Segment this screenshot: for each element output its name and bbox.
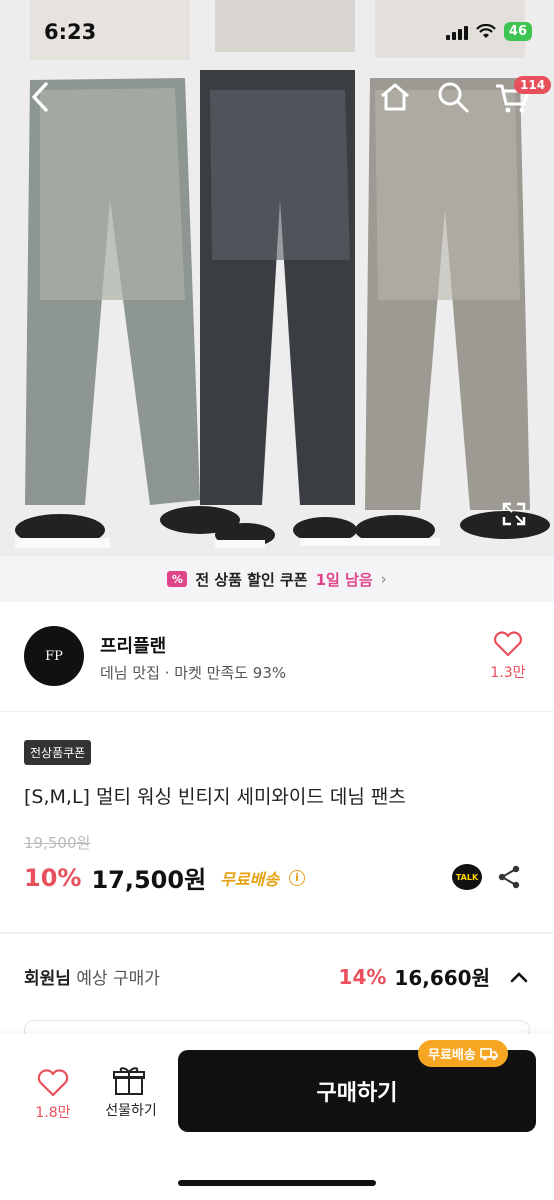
gift-icon[interactable] (104, 1066, 154, 1096)
coupon-badge: 전상품쿠폰 (24, 740, 92, 765)
free-shipping-label: 무료배송 (220, 869, 280, 889)
status-time: 6:23 (44, 20, 97, 44)
status-icons: 46 (445, 22, 532, 41)
share-icon[interactable] (496, 864, 522, 890)
signal-icon (445, 24, 468, 40)
member-label-sub: 예상 구매가 (76, 969, 160, 989)
kakaotalk-icon[interactable]: TALK (452, 864, 482, 890)
coupon-banner[interactable]: % 전 상품 할인 쿠폰 1일 남음 › (0, 556, 554, 602)
product-image-hero[interactable]: 6:23 46 114 (0, 0, 554, 556)
chevron-up-icon[interactable] (508, 966, 530, 988)
member-label-bold: 회원님 (24, 969, 71, 989)
member-price-label: 회원님 예상 구매가 (24, 964, 160, 989)
status-bar: 6:23 46 (0, 0, 554, 64)
home-indicator (178, 1180, 376, 1186)
coupon-days-left: 1일 남음 (315, 570, 373, 589)
info-icon[interactable]: i (289, 869, 306, 886)
store-meta: 데님 맛집 · 마켓 만족도 93% (100, 664, 287, 682)
original-price: 19,500원 (24, 834, 91, 852)
free-shipping-chip: 무료배송 (418, 1040, 508, 1067)
section-divider (0, 932, 554, 934)
wifi-icon (476, 23, 496, 38)
back-icon[interactable] (26, 80, 56, 114)
store-info[interactable]: FP 프리플랜 데님 맛집 · 마켓 만족도 93% 1.3만 (0, 602, 554, 712)
expand-icon[interactable] (500, 500, 528, 528)
coupon-icon: % (167, 571, 188, 587)
truck-icon (480, 1047, 498, 1060)
member-price-value: 16,660원 (394, 966, 490, 990)
heart-icon[interactable] (488, 630, 528, 658)
cart-count-badge: 114 (514, 76, 552, 94)
wishlist-count: 1.8만 (35, 1105, 71, 1121)
discount-rate: 10% (24, 863, 82, 892)
member-price-toggle[interactable]: 14% 16,660원 (339, 962, 530, 991)
price-row: 10% 17,500원 무료배송 i (24, 860, 306, 895)
coupon-text: 전 상품 할인 쿠폰 (195, 570, 308, 589)
search-icon[interactable] (436, 80, 470, 114)
member-discount: 14% (338, 964, 387, 989)
store-logo: FP (24, 626, 84, 686)
free-shipping-chip-label: 무료배송 (428, 1048, 476, 1063)
battery-icon: 46 (503, 22, 532, 41)
sale-price: 17,500원 (91, 866, 207, 894)
home-icon[interactable] (378, 80, 412, 114)
store-name[interactable]: 프리플랜 (100, 632, 166, 658)
gift-label[interactable]: 선물하기 (94, 1100, 168, 1120)
heart-icon[interactable] (28, 1068, 78, 1098)
product-photo (0, 0, 554, 556)
chevron-right-icon: › (380, 570, 387, 588)
product-title: [S,M,L] 멀티 워싱 빈티지 세미와이드 데님 팬츠 (24, 786, 406, 808)
store-like-count: 1.3만 (490, 665, 526, 681)
bottom-action-bar: 1.8만 선물하기 구매하기 무료배송 (0, 1034, 554, 1200)
